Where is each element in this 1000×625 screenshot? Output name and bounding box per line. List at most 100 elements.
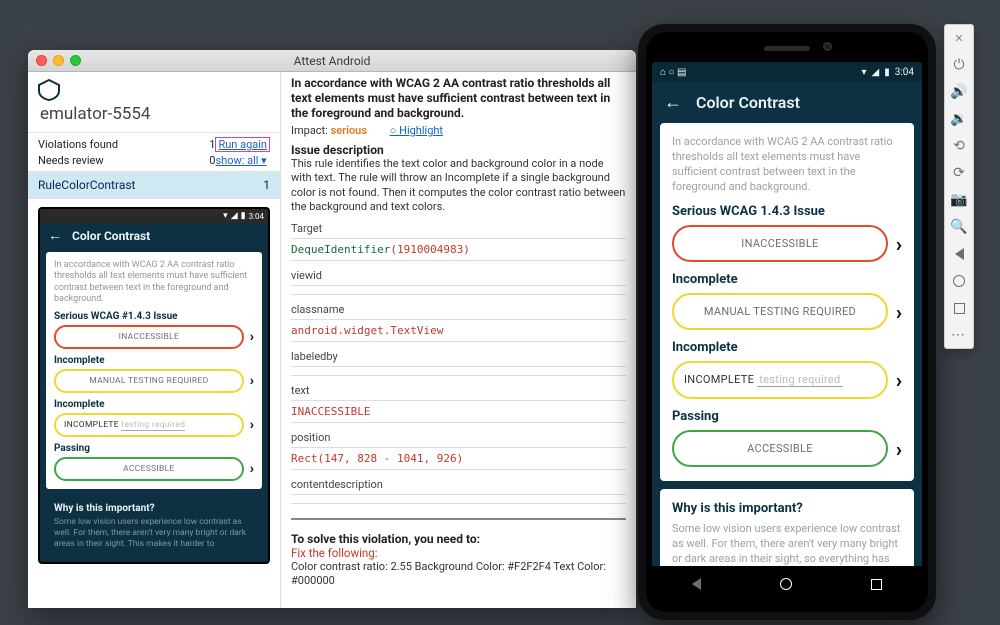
field-labeledby-value xyxy=(291,367,626,376)
detail-pane: In accordance with WCAG 2 AA contrast ra… xyxy=(281,72,636,608)
phone-camera xyxy=(823,42,832,51)
mini-info-heading: Why is this important? xyxy=(54,503,254,514)
emu-recent-icon[interactable] xyxy=(950,299,968,317)
mini-chip-accessible: ACCESSIBLE xyxy=(54,457,244,481)
phone-chip-manual: MANUAL TESTING REQUIRED xyxy=(672,293,888,330)
rule-list-item[interactable]: RuleColorContrast 1 xyxy=(28,172,280,199)
mini-screen-title: Color Contrast xyxy=(72,229,150,243)
phone-item-row[interactable]: INACCESSIBLE › xyxy=(672,225,902,262)
needs-review-label: Needs review xyxy=(38,154,209,167)
issue-desc-heading: Issue description xyxy=(291,143,626,157)
phone-chip-accessible: ACCESSIBLE xyxy=(672,430,888,467)
chevron-right-icon: › xyxy=(896,437,902,461)
wifi-icon: ▾ xyxy=(223,211,228,221)
field-classname-value: android.widget.TextView xyxy=(291,320,626,342)
field-viewid-value xyxy=(291,286,626,295)
impact-value: serious xyxy=(331,124,367,137)
nav-back-icon[interactable] xyxy=(692,578,701,594)
battery-icon: ▮ xyxy=(884,67,890,78)
impact-label: Impact: xyxy=(291,124,328,137)
chevron-right-icon: › xyxy=(250,417,254,433)
attest-window: Attest Android emulator-5554 Violations … xyxy=(28,50,636,608)
rotate-left-icon[interactable]: ⟲ xyxy=(950,137,968,155)
phone-scroll-area[interactable]: In accordance with WCAG 2 AA contrast ra… xyxy=(652,123,922,566)
field-position-value: Rect(147, 828 - 1041, 926) xyxy=(291,448,626,470)
field-target-value: DequeIdentifier(1910004983) xyxy=(291,239,626,261)
emu-home-icon[interactable] xyxy=(950,272,968,290)
phone-chip-inaccessible: INACCESSIBLE xyxy=(672,225,888,262)
left-pane: emulator-5554 Violations found 1 Run aga… xyxy=(28,72,281,608)
field-target-label: Target xyxy=(291,222,626,239)
phone-section-label: Incomplete xyxy=(672,272,902,287)
nav-recent-icon[interactable] xyxy=(871,578,882,594)
phone-section-label: Incomplete xyxy=(672,340,902,355)
screenshot-icon[interactable]: 📷 xyxy=(950,191,968,209)
field-position-label: position xyxy=(291,431,626,448)
close-window-button[interactable] xyxy=(36,55,47,66)
signal-icon: ◢ xyxy=(871,67,879,78)
power-icon[interactable]: ⏻ xyxy=(950,56,968,74)
show-filter-dropdown[interactable]: show: all ▾ xyxy=(215,154,270,167)
volume-down-icon[interactable]: 🔉 xyxy=(950,110,968,128)
status-left-icons: ⌂ ○ ▤ xyxy=(660,67,687,78)
phone-speaker xyxy=(764,46,810,51)
chevron-right-icon: › xyxy=(896,300,902,324)
phone-nav-bar xyxy=(652,566,922,606)
phone-time: 3:04 xyxy=(895,67,914,78)
mini-item-row: INCOMPLETE testing required › xyxy=(54,413,254,437)
phone-info-card: Why is this important? Some low vision u… xyxy=(660,489,914,566)
phone-app-bar: ← Color Contrast xyxy=(652,82,922,123)
minimize-window-button[interactable] xyxy=(53,55,64,66)
attest-logo-icon xyxy=(36,78,62,102)
brand-row xyxy=(28,72,280,104)
run-again-link[interactable]: Run again xyxy=(215,137,270,152)
phone-info-body: Some low vision users experience low con… xyxy=(672,522,902,566)
phone-item-row[interactable]: ACCESSIBLE › xyxy=(672,430,902,467)
app-body: emulator-5554 Violations found 1 Run aga… xyxy=(28,72,636,608)
phone-item-row[interactable]: MANUAL TESTING REQUIRED › xyxy=(672,293,902,330)
wifi-icon: ▾ xyxy=(861,67,866,78)
mini-chip-incomplete: INCOMPLETE testing required xyxy=(54,413,244,437)
phone-section-label: Passing xyxy=(672,409,902,424)
zoom-icon[interactable]: 🔍 xyxy=(950,218,968,236)
phone-item-row[interactable]: INCOMPLETE testing required › xyxy=(672,361,902,399)
window-titlebar[interactable]: Attest Android xyxy=(28,50,636,72)
screenshot-preview: ▾ ◢ ▮ 3:04 ← Color Contrast In accordanc… xyxy=(28,199,280,608)
phone-rule-desc: In accordance with WCAG 2 AA contrast ra… xyxy=(672,135,902,194)
volume-up-icon[interactable]: 🔊 xyxy=(950,83,968,101)
field-labeledby-label: labeledby xyxy=(291,350,626,367)
more-icon[interactable]: ⋯ xyxy=(950,326,968,344)
mini-section-label: Serious WCAG #1.4.3 Issue xyxy=(54,311,254,322)
field-viewid-label: viewid xyxy=(291,269,626,286)
rotate-right-icon[interactable]: ⟳ xyxy=(950,164,968,182)
highlight-toggle[interactable]: Highlight xyxy=(390,124,443,137)
fix-detail: Color contrast ratio: 2.55 Background Co… xyxy=(291,560,626,589)
chevron-right-icon: › xyxy=(896,368,902,392)
chevron-right-icon: › xyxy=(250,373,254,389)
mini-item-row: INACCESSIBLE › xyxy=(54,325,254,349)
back-arrow-icon[interactable]: ← xyxy=(664,92,682,113)
mini-back-icon: ← xyxy=(48,227,62,244)
mini-section-label: Passing xyxy=(54,443,254,454)
mini-item-row: ACCESSIBLE › xyxy=(54,457,254,481)
chevron-right-icon: › xyxy=(250,461,254,477)
battery-icon: ▮ xyxy=(241,211,246,221)
mini-time: 3:04 xyxy=(249,212,264,221)
mini-section-label: Incomplete xyxy=(54,355,254,366)
phone-status-bar: ⌂ ○ ▤ ▾ ◢ ▮ 3:04 xyxy=(652,62,922,82)
nav-home-icon[interactable] xyxy=(780,578,792,594)
field-contentdesc-label: contentdescription xyxy=(291,478,626,495)
fix-line: Fix the following: xyxy=(291,546,626,560)
chevron-right-icon: › xyxy=(250,329,254,345)
rule-name: RuleColorContrast xyxy=(38,178,135,192)
zoom-window-button[interactable] xyxy=(70,55,81,66)
device-mock: ⌂ ○ ▤ ▾ ◢ ▮ 3:04 ← Color Contrast In acc… xyxy=(638,24,936,620)
toolbar-close-icon[interactable]: ✕ xyxy=(950,29,968,47)
violations-label: Violations found xyxy=(38,138,209,151)
phone-incomplete-hint: testing required xyxy=(757,373,842,387)
phone-info-heading: Why is this important? xyxy=(672,501,902,516)
emu-back-icon[interactable] xyxy=(950,245,968,263)
stats-block: Violations found 1 Run again Needs revie… xyxy=(28,132,280,172)
device-name: emulator-5554 xyxy=(28,104,280,132)
rule-heading: In accordance with WCAG 2 AA contrast ra… xyxy=(291,76,626,121)
